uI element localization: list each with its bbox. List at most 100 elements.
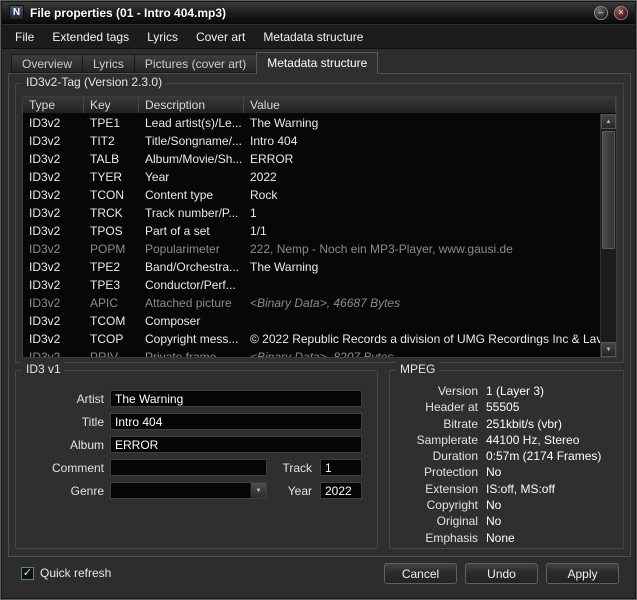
table-row-apic[interactable]: ID3v2APICAttached picture<Binary Data>, … bbox=[23, 294, 616, 312]
cell-key: TRCK bbox=[84, 204, 139, 222]
cell-key: TIT2 bbox=[84, 132, 139, 150]
table-row-tyer[interactable]: ID3v2TYERYear2022 bbox=[23, 168, 616, 186]
scrollbar-thumb[interactable] bbox=[602, 131, 615, 249]
track-input[interactable] bbox=[320, 459, 362, 476]
menu-item-cover-art[interactable]: Cover art bbox=[187, 25, 254, 48]
tab-metadata-structure[interactable]: Metadata structure bbox=[256, 52, 378, 74]
mpeg-value: 251kbit/s (vbr) bbox=[486, 416, 623, 432]
cell-key: APIC bbox=[84, 294, 139, 312]
mpeg-value: 55505 bbox=[486, 399, 623, 415]
mpeg-groupbox: MPEG Version1 (Layer 3)Header at55505Bit… bbox=[389, 370, 624, 549]
table-row-tcop[interactable]: ID3v2TCOPCopyright mess...© 2022 Republi… bbox=[23, 330, 616, 348]
mpeg-label: Version bbox=[390, 383, 486, 399]
mpeg-row-extension: ExtensionIS:off, MS:off bbox=[390, 481, 623, 497]
cell-description: Composer bbox=[139, 312, 244, 330]
cell-description: Popularimeter bbox=[139, 240, 244, 258]
mpeg-group-title: MPEG bbox=[396, 362, 439, 376]
quick-refresh-checkbox[interactable]: ✓ bbox=[21, 567, 34, 580]
cell-type: ID3v2 bbox=[23, 204, 84, 222]
year-input[interactable] bbox=[320, 482, 362, 499]
scroll-down-icon[interactable]: ▼ bbox=[601, 342, 616, 357]
menu-item-metadata-structure[interactable]: Metadata structure bbox=[254, 25, 372, 48]
artist-input[interactable] bbox=[110, 390, 362, 407]
column-header-description[interactable]: Description bbox=[139, 97, 244, 113]
cell-description: Band/Orchestra... bbox=[139, 258, 244, 276]
cell-type: ID3v2 bbox=[23, 114, 84, 132]
album-row: Album bbox=[16, 436, 377, 453]
comment-row: Comment Track bbox=[16, 459, 377, 476]
cell-description: Copyright mess... bbox=[139, 330, 244, 348]
cell-value: The Warning bbox=[244, 114, 616, 132]
track-label: Track bbox=[267, 461, 320, 475]
mpeg-label: Copyright bbox=[390, 497, 486, 513]
cell-description: Content type bbox=[139, 186, 244, 204]
title-input[interactable] bbox=[110, 413, 362, 430]
cell-type: ID3v2 bbox=[23, 168, 84, 186]
cell-type: ID3v2 bbox=[23, 222, 84, 240]
table-row-tpe2[interactable]: ID3v2TPE2Band/Orchestra...The Warning bbox=[23, 258, 616, 276]
dropdown-arrow-icon[interactable]: ▼ bbox=[250, 483, 266, 498]
title-label: Title bbox=[16, 415, 110, 429]
mpeg-row-original: OriginalNo bbox=[390, 513, 623, 529]
cell-description: Part of a set bbox=[139, 222, 244, 240]
table-row-tcon[interactable]: ID3v2TCONContent typeRock bbox=[23, 186, 616, 204]
column-header-type[interactable]: Type bbox=[23, 97, 84, 113]
undo-button[interactable]: Undo bbox=[465, 563, 538, 584]
table-row-tcom[interactable]: ID3v2TCOMComposer bbox=[23, 312, 616, 330]
cancel-button[interactable]: Cancel bbox=[384, 563, 457, 584]
menu-item-file[interactable]: File bbox=[6, 25, 43, 48]
genre-row: Genre ▼ Year bbox=[16, 482, 377, 499]
cell-description: Title/Songname/... bbox=[139, 132, 244, 150]
mpeg-value: None bbox=[486, 530, 623, 546]
table-row-priv[interactable]: ID3v2PRIVPrivate frame<Binary Data>, 820… bbox=[23, 348, 616, 357]
id3v2-table: TypeKeyDescriptionValue ID3v2TPE1Lead ar… bbox=[22, 96, 617, 358]
file-properties-window: N File properties (01 - Intro 404.mp3) –… bbox=[0, 0, 637, 600]
cell-key: TPE3 bbox=[84, 276, 139, 294]
cell-key: TCOM bbox=[84, 312, 139, 330]
album-input[interactable] bbox=[110, 436, 362, 453]
table-row-tit2[interactable]: ID3v2TIT2Title/Songname/...Intro 404 bbox=[23, 132, 616, 150]
comment-input[interactable] bbox=[110, 459, 267, 476]
table-row-popm[interactable]: ID3v2POPMPopularimeter222, Nemp - Noch e… bbox=[23, 240, 616, 258]
table-row-talb[interactable]: ID3v2TALBAlbum/Movie/Sh...ERROR bbox=[23, 150, 616, 168]
scrollbar-track[interactable] bbox=[601, 129, 616, 342]
id3v1-group-title: ID3 v1 bbox=[22, 362, 65, 376]
genre-combobox[interactable]: ▼ bbox=[110, 482, 267, 499]
cell-value bbox=[244, 276, 616, 294]
tab-pictures-cover-art[interactable]: Pictures (cover art) bbox=[134, 54, 256, 73]
menu-item-lyrics[interactable]: Lyrics bbox=[138, 25, 187, 48]
cell-type: ID3v2 bbox=[23, 240, 84, 258]
title-bar[interactable]: N File properties (01 - Intro 404.mp3) –… bbox=[2, 2, 635, 24]
table-row-tpe1[interactable]: ID3v2TPE1Lead artist(s)/Le...The Warning bbox=[23, 114, 616, 132]
menu-item-extended-tags[interactable]: Extended tags bbox=[43, 25, 138, 48]
table-scrollbar[interactable]: ▲ ▼ bbox=[600, 114, 616, 357]
title-row: Title bbox=[16, 413, 377, 430]
cell-value: Intro 404 bbox=[244, 132, 616, 150]
table-row-tpos[interactable]: ID3v2TPOSPart of a set1/1 bbox=[23, 222, 616, 240]
close-button[interactable]: × bbox=[614, 6, 628, 20]
table-row-tpe3[interactable]: ID3v2TPE3Conductor/Perf... bbox=[23, 276, 616, 294]
menu-bar: FileExtended tagsLyricsCover artMetadata… bbox=[2, 25, 635, 49]
cell-value: ERROR bbox=[244, 150, 616, 168]
app-icon: N bbox=[9, 5, 24, 20]
minimize-button[interactable]: – bbox=[594, 6, 608, 20]
cell-value: Rock bbox=[244, 186, 616, 204]
cell-value: 1/1 bbox=[244, 222, 616, 240]
mpeg-value: No bbox=[486, 497, 623, 513]
mpeg-label: Original bbox=[390, 513, 486, 529]
column-header-key[interactable]: Key bbox=[84, 97, 139, 113]
column-header-value[interactable]: Value bbox=[244, 97, 616, 113]
mpeg-label: Emphasis bbox=[390, 530, 486, 546]
tab-overview[interactable]: Overview bbox=[11, 54, 82, 73]
mpeg-row-version: Version1 (Layer 3) bbox=[390, 383, 623, 399]
mpeg-value: IS:off, MS:off bbox=[486, 481, 623, 497]
album-label: Album bbox=[16, 438, 110, 452]
cell-type: ID3v2 bbox=[23, 132, 84, 150]
tab-lyrics[interactable]: Lyrics bbox=[82, 54, 134, 73]
scroll-up-icon[interactable]: ▲ bbox=[601, 114, 616, 129]
check-icon: ✓ bbox=[23, 568, 32, 579]
genre-input[interactable] bbox=[110, 482, 267, 499]
table-row-trck[interactable]: ID3v2TRCKTrack number/P...1 bbox=[23, 204, 616, 222]
cell-key: TPE1 bbox=[84, 114, 139, 132]
apply-button[interactable]: Apply bbox=[546, 563, 619, 584]
